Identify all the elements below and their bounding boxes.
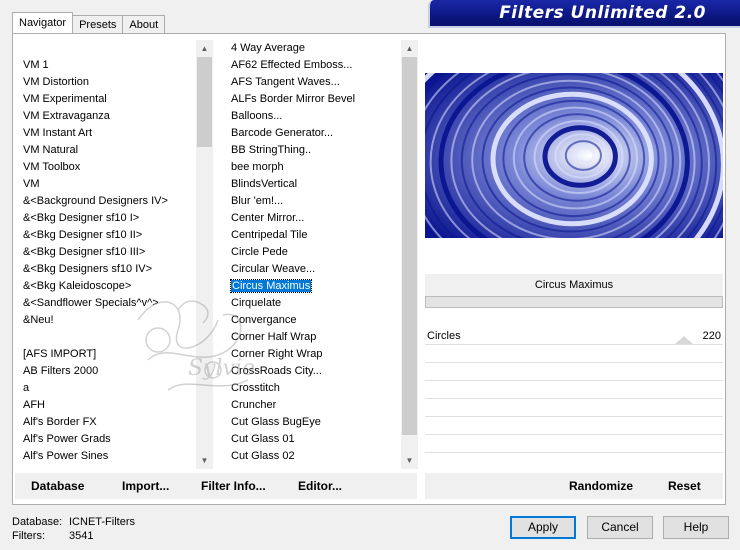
tab-navigator[interactable]: Navigator	[12, 12, 74, 33]
param-row-empty	[425, 364, 723, 381]
filter-item[interactable]: Center Mirror...	[229, 210, 400, 227]
filter-item[interactable]: Corner Half Wrap	[229, 329, 400, 346]
category-item[interactable]: &<Bkg Kaleidoscope>	[21, 278, 196, 295]
database-value: ICNET-Filters	[69, 516, 135, 528]
filter-item[interactable]: 4 Way Average	[229, 40, 400, 57]
param-row-empty	[425, 418, 723, 435]
editor-button[interactable]: Editor...	[298, 479, 342, 493]
param-row-empty	[425, 346, 723, 363]
filters-count: 3541	[69, 530, 94, 542]
scroll-thumb[interactable]	[197, 57, 212, 147]
filter-item[interactable]: Cut Glass 01	[229, 431, 400, 448]
category-item[interactable]: &<Bkg Designer sf10 III>	[21, 244, 196, 261]
filter-item[interactable]: Cruncher	[229, 397, 400, 414]
category-item[interactable]: &Neu!	[21, 312, 196, 329]
filter-item[interactable]: BlindsVertical	[229, 176, 400, 193]
scroll-up-arrow-icon[interactable]: ▲	[196, 40, 213, 57]
category-item	[21, 329, 196, 346]
category-item[interactable]: VM Instant Art	[21, 125, 196, 142]
category-item[interactable]: AB Filters 2000	[21, 363, 196, 380]
right-button-bar: Randomize Reset	[425, 473, 723, 499]
filter-item[interactable]: CrossRoads City...	[229, 363, 400, 380]
filter-item[interactable]: Blur 'em!...	[229, 193, 400, 210]
category-item[interactable]: VM 1	[21, 57, 196, 74]
category-item[interactable]: Alf's Power Sines	[21, 448, 196, 465]
category-item[interactable]: &<Bkg Designer sf10 I>	[21, 210, 196, 227]
filter-item[interactable]: AF62 Effected Emboss...	[229, 57, 400, 74]
category-item[interactable]: VM Distortion	[21, 74, 196, 91]
filter-info-bar	[425, 296, 723, 308]
param-value: 220	[702, 330, 721, 342]
filter-item[interactable]: Cirquelate	[229, 295, 400, 312]
cancel-button[interactable]: Cancel	[587, 516, 653, 539]
scroll-thumb[interactable]	[402, 57, 417, 435]
scroll-down-arrow-icon[interactable]: ▼	[196, 452, 213, 469]
category-item[interactable]: VM	[21, 176, 196, 193]
filter-item[interactable]: Circular Weave...	[229, 261, 400, 278]
database-status: Database: ICNET-Filters Filters: 3541	[12, 515, 135, 543]
param-row-empty	[425, 436, 723, 453]
category-item[interactable]: AFH	[21, 397, 196, 414]
title-banner: Filters Unlimited 2.0	[428, 0, 740, 28]
category-item[interactable]: [AFS IMPORT]	[21, 346, 196, 363]
category-item[interactable]: VM Extravaganza	[21, 108, 196, 125]
filter-item[interactable]: AFS Tangent Waves...	[229, 74, 400, 91]
param-row-empty	[425, 382, 723, 399]
filter-item[interactable]: Corner Right Wrap	[229, 346, 400, 363]
category-item[interactable]: VM Experimental	[21, 91, 196, 108]
selected-filter-title: Circus Maximus	[425, 274, 723, 296]
filter-item[interactable]: bee morph	[229, 159, 400, 176]
filter-list[interactable]: 4 Way Average AF62 Effected Emboss... AFS …	[229, 40, 400, 469]
category-item[interactable]: Alf's Border FX	[21, 414, 196, 431]
category-item[interactable]: &<Bkg Designers sf10 IV>	[21, 261, 196, 278]
category-item[interactable]: VM Natural	[21, 142, 196, 159]
category-item[interactable]: a	[21, 380, 196, 397]
filter-item[interactable]: Cut Glass BugEye	[229, 414, 400, 431]
category-item[interactable]: Alf's Power Grads	[21, 431, 196, 448]
slider-thumb-icon[interactable]	[675, 336, 693, 344]
filter-item[interactable]: Convergance	[229, 312, 400, 329]
tab-about[interactable]: About	[122, 15, 166, 33]
category-item[interactable]: &<Bkg Designer sf10 II>	[21, 227, 196, 244]
filter-scrollbar[interactable]: ▲ ▼	[401, 40, 418, 469]
category-scrollbar[interactable]: ▲ ▼	[196, 40, 213, 469]
left-button-bar: Database Import... Filter Info... Editor…	[15, 473, 417, 499]
filter-item[interactable]: BB StringThing..	[229, 142, 400, 159]
tab-strip: Navigator Presets About	[12, 12, 166, 33]
filter-preview-image	[425, 73, 723, 238]
category-item[interactable]: VM Toolbox	[21, 159, 196, 176]
help-button[interactable]: Help	[663, 516, 729, 539]
banner-title: Filters Unlimited 2.0	[499, 3, 706, 23]
database-label: Database:	[12, 516, 63, 528]
scroll-up-arrow-icon[interactable]: ▲	[401, 40, 418, 57]
scroll-down-arrow-icon[interactable]: ▼	[401, 452, 418, 469]
filter-item[interactable]: Crosstitch	[229, 380, 400, 397]
category-item[interactable]: &<Background Designers IV>	[21, 193, 196, 210]
param-row-circles[interactable]: Circles 220	[425, 328, 723, 345]
param-label: Circles	[427, 330, 461, 342]
tab-presets[interactable]: Presets	[72, 15, 124, 33]
database-button[interactable]: Database	[31, 479, 84, 493]
filter-item[interactable]: Circle Pede	[229, 244, 400, 261]
filters-label: Filters:	[12, 530, 45, 542]
randomize-button[interactable]: Randomize	[569, 479, 633, 493]
param-row-empty	[425, 400, 723, 417]
category-list[interactable]: VM 1 VM Distortion VM Experimental VM Extra…	[21, 57, 196, 469]
filter-item[interactable]: ALFs Border Mirror Bevel	[229, 91, 400, 108]
apply-button[interactable]: Apply	[510, 516, 576, 539]
filter-item[interactable]: Barcode Generator...	[229, 125, 400, 142]
filter-item[interactable]: Balloons...	[229, 108, 400, 125]
reset-button[interactable]: Reset	[668, 479, 701, 493]
import-button[interactable]: Import...	[122, 479, 169, 493]
filter-info-button[interactable]: Filter Info...	[201, 479, 266, 493]
filter-item[interactable]: Circus Maximus	[229, 278, 400, 295]
filter-item[interactable]: Centripedal Tile	[229, 227, 400, 244]
category-item[interactable]: &<Sandflower Specials^v^>	[21, 295, 196, 312]
filter-item[interactable]: Cut Glass 02	[229, 448, 400, 465]
